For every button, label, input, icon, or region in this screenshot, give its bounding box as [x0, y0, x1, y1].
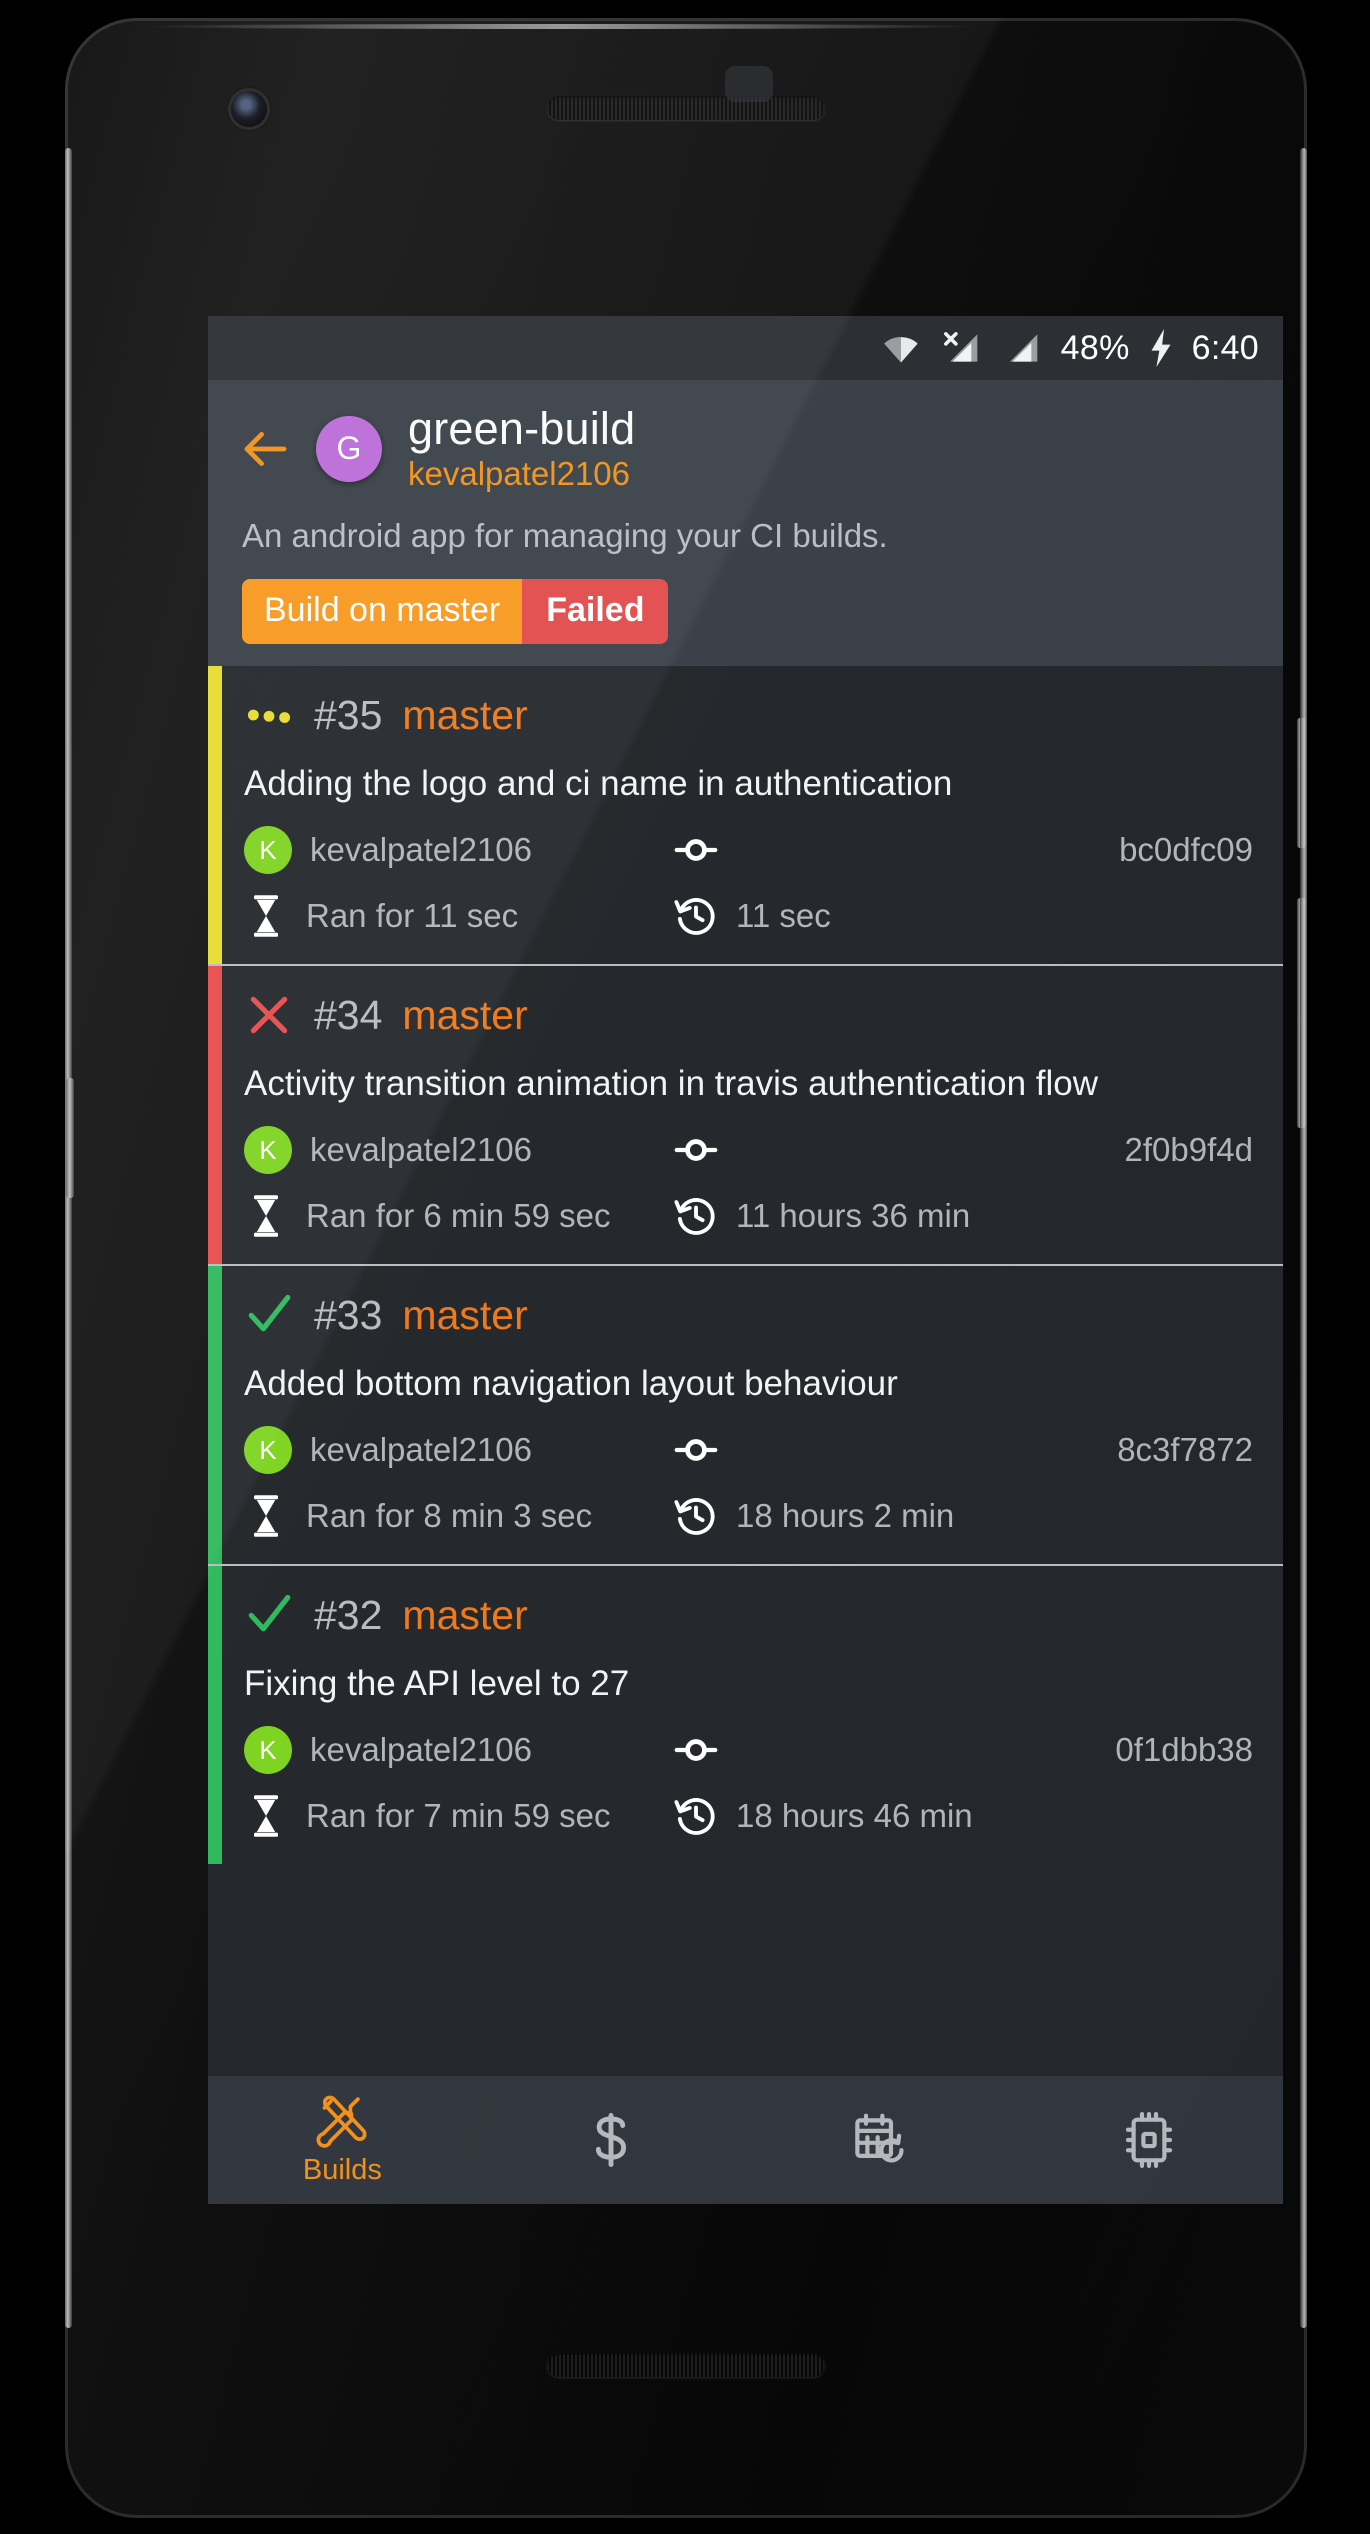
app-bar: G green-build kevalpatel2106 An android …	[208, 380, 1283, 667]
author-name-label: kevalpatel2106	[310, 831, 533, 869]
build-card[interactable]: #34 master Activity transition animation i…	[208, 964, 1283, 1265]
dollar-cost-icon	[583, 2112, 639, 2168]
battery-percent-label: 48%	[1060, 328, 1130, 367]
repo-owner-label[interactable]: kevalpatel2106	[408, 456, 635, 491]
build-branch-label: master	[402, 1291, 528, 1338]
phone-screen: 48% 6:40 G green-build kevalpatel2106 An…	[208, 316, 1283, 2204]
hourglass-icon	[244, 1794, 288, 1838]
chip-cpu-icon	[1121, 2112, 1177, 2168]
check-passed-icon	[244, 1590, 294, 1640]
ellipsis-running-icon	[244, 690, 294, 740]
commit-message: Activity transition animation in travis …	[244, 1064, 1099, 1104]
commit-hash-label: 8c3f7872	[1117, 1431, 1253, 1469]
author-name-label: kevalpatel2106	[310, 1731, 533, 1769]
hourglass-icon	[244, 894, 288, 938]
badge-build-label: Build on master	[242, 579, 523, 645]
build-branch-label: master	[402, 1591, 528, 1638]
glass-top-highlight	[139, 24, 985, 29]
bottom-speaker-grille	[547, 2353, 825, 2377]
build-number-label: #33	[314, 1291, 383, 1338]
badge-status-label: Failed	[522, 579, 669, 645]
sim-tray	[66, 1078, 74, 1198]
page-title: green-build	[408, 403, 636, 454]
nav-item-builds[interactable]: Builds	[208, 2076, 477, 2204]
wifi-icon	[879, 331, 923, 365]
nav-item-calendar-refresh[interactable]	[746, 2076, 1015, 2204]
author-avatar: K	[244, 1726, 292, 1775]
hourglass-icon	[244, 1194, 288, 1238]
build-number-label: #35	[314, 691, 383, 738]
commit-message: Fixing the API level to 27	[244, 1664, 630, 1704]
nav-item-label: Builds	[302, 2153, 382, 2186]
cross-failed-icon	[244, 990, 294, 1040]
build-card[interactable]: #33 master Added bottom navigation layout …	[208, 1264, 1283, 1565]
hourglass-icon	[244, 1494, 288, 1538]
author-name-label: kevalpatel2106	[310, 1131, 533, 1169]
build-duration-label: Ran for 8 min 3 sec	[306, 1497, 593, 1535]
build-elapsed-label: 18 hours 2 min	[736, 1497, 955, 1535]
status-bar: 48% 6:40	[208, 316, 1283, 380]
history-icon	[674, 894, 718, 938]
volume-button[interactable]	[1297, 898, 1306, 1128]
author-avatar: K	[244, 1426, 292, 1475]
build-card[interactable]: #32 master Fixing the API level to 27 Kkeva…	[208, 1564, 1283, 1865]
build-duration-label: Ran for 7 min 59 sec	[306, 1797, 611, 1835]
author-name-label: kevalpatel2106	[310, 1431, 533, 1469]
repo-description: An android app for managing your CI buil…	[242, 517, 888, 555]
phone-device-frame: 48% 6:40 G green-build kevalpatel2106 An…	[65, 18, 1307, 2518]
build-list: #35 master Adding the logo and ci name in …	[208, 666, 1283, 1865]
git-commit-icon	[674, 1428, 718, 1472]
git-commit-icon	[674, 1128, 718, 1172]
build-duration-label: Ran for 11 sec	[306, 897, 519, 935]
commit-message: Added bottom navigation layout behaviour	[244, 1364, 898, 1404]
build-elapsed-label: 11 sec	[736, 897, 831, 935]
build-elapsed-label: 18 hours 46 min	[736, 1797, 973, 1835]
build-status-accent-strip	[208, 666, 222, 965]
history-icon	[674, 1494, 718, 1538]
charging-bolt-icon	[1148, 329, 1174, 367]
check-passed-icon	[244, 1290, 294, 1340]
author-avatar: K	[244, 1126, 292, 1175]
commit-hash-label: 0f1dbb38	[1115, 1731, 1253, 1769]
build-status-badge-row: Build on master Failed	[208, 579, 1283, 645]
signal-icon	[1001, 331, 1043, 365]
signal-no-sim-icon	[941, 331, 983, 365]
git-commit-icon	[674, 828, 718, 872]
nav-item-chip-cpu[interactable]	[1014, 2076, 1283, 2204]
build-status-accent-strip	[208, 966, 222, 1265]
history-icon	[674, 1194, 718, 1238]
build-duration-label: Ran for 6 min 59 sec	[306, 1197, 611, 1235]
front-camera-icon	[231, 91, 267, 127]
commit-hash-label: 2f0b9f4d	[1124, 1131, 1253, 1169]
bottom-navigation: Builds	[208, 2076, 1283, 2204]
status-badge[interactable]: Build on master Failed	[242, 579, 669, 645]
tools-builds-icon	[314, 2094, 370, 2150]
history-icon	[674, 1794, 718, 1838]
build-branch-label: master	[402, 691, 528, 738]
nav-item-dollar-cost[interactable]	[477, 2076, 746, 2204]
earpiece-speaker-grille	[547, 96, 825, 120]
build-status-accent-strip	[208, 1566, 222, 1865]
build-number-label: #32	[314, 1591, 383, 1638]
build-number-label: #34	[314, 991, 383, 1038]
commit-message: Adding the logo and ci name in authentic…	[244, 764, 953, 804]
build-elapsed-label: 11 hours 36 min	[736, 1197, 971, 1235]
git-commit-icon	[674, 1728, 718, 1772]
back-arrow-icon[interactable]	[238, 422, 292, 476]
repo-avatar: G	[316, 415, 382, 482]
build-branch-label: master	[402, 991, 528, 1038]
build-status-accent-strip	[208, 1266, 222, 1565]
commit-hash-label: bc0dfc09	[1119, 831, 1253, 869]
power-button[interactable]	[1297, 718, 1306, 848]
build-card[interactable]: #35 master Adding the logo and ci name in …	[208, 666, 1283, 965]
clock-label: 6:40	[1191, 328, 1259, 367]
calendar-refresh-icon	[852, 2112, 908, 2168]
proximity-sensor	[725, 66, 773, 102]
author-avatar: K	[244, 826, 292, 875]
